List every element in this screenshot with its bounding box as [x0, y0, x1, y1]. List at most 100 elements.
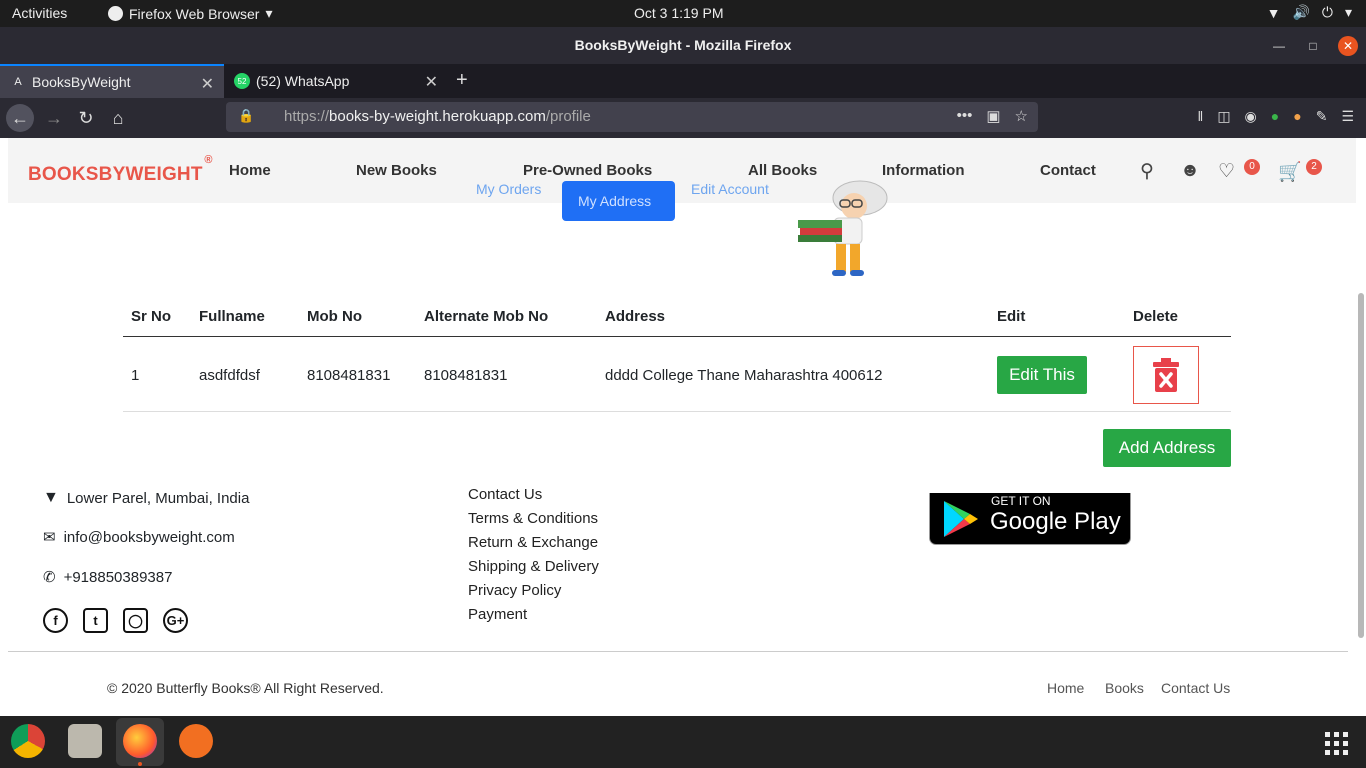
cell-mob-no: 8108481831 — [307, 367, 391, 384]
dock — [0, 716, 1366, 768]
extension-icon[interactable]: ● — [1271, 108, 1279, 125]
footer-link-shipping[interactable]: Shipping & Delivery — [468, 558, 599, 575]
footer-link-terms[interactable]: Terms & Conditions — [468, 510, 598, 527]
footer-link-payment[interactable]: Payment — [468, 606, 527, 623]
nav-information[interactable]: Information — [882, 162, 965, 179]
forward-icon[interactable]: → — [40, 104, 68, 132]
edit-address-button[interactable]: Edit This — [997, 356, 1087, 394]
page-scrollbar[interactable] — [1358, 293, 1364, 638]
column-header: Address — [605, 308, 666, 325]
close-tab-icon[interactable]: ✕ — [425, 72, 438, 92]
nav-new-books[interactable]: New Books — [356, 162, 437, 179]
footer-link-privacy[interactable]: Privacy Policy — [468, 582, 561, 599]
search-icon[interactable]: ⚲ — [1140, 160, 1154, 183]
sidebar-icon[interactable]: ◫ — [1217, 108, 1230, 125]
column-header: Sr No — [131, 308, 172, 325]
trash-icon — [1153, 358, 1179, 392]
firefox-icon[interactable] — [123, 724, 157, 758]
facebook-icon[interactable]: f — [43, 608, 68, 633]
copyright-text: © 2020 Butterfly Books® All Right Reserv… — [107, 680, 384, 696]
new-tab-icon[interactable]: + — [456, 69, 468, 92]
bookmark-star-icon[interactable]: ☆ — [1015, 107, 1028, 125]
browser-toolbar: ← → ↻ ⌂ 🔒 https://books-by-weight.heroku… — [0, 98, 1366, 138]
firefox-icon — [108, 6, 123, 21]
bottom-link-contact-us[interactable]: Contact Us — [1161, 680, 1230, 696]
tab-whatsapp[interactable]: 52 (52) WhatsApp ✕ — [224, 64, 448, 98]
phone-icon: ✆ — [43, 569, 56, 586]
running-indicator — [138, 762, 142, 766]
delete-address-button[interactable] — [1133, 346, 1199, 404]
reload-icon[interactable]: ↻ — [72, 104, 100, 132]
footer-email[interactable]: ✉ info@booksbyweight.com — [43, 528, 235, 547]
column-header: Alternate Mob No — [424, 308, 549, 325]
whatsapp-icon: 52 — [234, 73, 250, 89]
column-header: Mob No — [307, 308, 362, 325]
footer-divider — [8, 651, 1348, 652]
nav-all-books[interactable]: All Books — [748, 162, 817, 179]
bottom-link-books[interactable]: Books — [1105, 680, 1144, 696]
system-tray[interactable]: ▼ 🔊 ⏻ ▾ — [1267, 4, 1352, 21]
footer-phone[interactable]: ✆ +918850389387 — [43, 568, 172, 587]
twitter-icon[interactable]: t — [83, 608, 108, 633]
nav-contact[interactable]: Contact — [1040, 162, 1096, 179]
close-icon[interactable]: ✕ — [1338, 36, 1358, 56]
library-icon[interactable]: ‖ — [1198, 108, 1204, 125]
pocket-icon[interactable]: ▣ — [986, 107, 1000, 125]
maximize-icon[interactable]: □ — [1302, 35, 1324, 57]
clock[interactable]: Oct 3 1:19 PM — [634, 5, 723, 21]
footer-address: ▼ Lower Parel, Mumbai, India — [43, 489, 250, 507]
chrome-icon[interactable] — [11, 724, 45, 758]
footer-link-contact-us[interactable]: Contact Us — [468, 486, 542, 503]
site-logo[interactable]: BOOKSBYWEIGHT ® — [28, 154, 212, 186]
address-bar[interactable]: 🔒 https://books-by-weight.herokuapp.com/… — [226, 102, 1038, 132]
cell-sr-no: 1 — [131, 367, 140, 384]
system-top-bar: Activities Firefox Web Browser ▾ Oct 3 1… — [0, 0, 1366, 27]
page-actions-icon[interactable]: ••• — [957, 107, 973, 125]
minimize-icon[interactable]: — — [1268, 35, 1290, 57]
back-icon[interactable]: ← — [6, 104, 34, 132]
bottom-link-home[interactable]: Home — [1047, 680, 1084, 696]
angular-icon: A — [14, 76, 22, 88]
web-page: BOOKSBYWEIGHT ® Home New Books Pre-Owned … — [0, 138, 1366, 716]
column-header: Delete — [1133, 308, 1179, 325]
menu-icon[interactable]: ☰ — [1341, 108, 1354, 125]
eyedropper-icon[interactable]: ✎ — [1316, 108, 1328, 125]
window-title: BooksByWeight - Mozilla Firefox — [574, 37, 792, 53]
home-icon[interactable]: ⌂ — [104, 104, 132, 132]
extension-icon[interactable]: ● — [1293, 108, 1301, 125]
account-icon[interactable]: ◉ — [1245, 108, 1257, 125]
nav-home[interactable]: Home — [229, 162, 271, 179]
activities-button[interactable]: Activities — [12, 5, 67, 21]
cart-icon[interactable]: 🛒 — [1278, 160, 1302, 184]
tab-my-address[interactable]: My Address — [562, 181, 675, 221]
cell-alt-mob-no: 8108481831 — [424, 367, 508, 384]
location-pin-icon: ▼ — [43, 489, 59, 506]
google-play-badge[interactable]: GET IT ON Google Play — [929, 493, 1131, 545]
add-address-button[interactable]: Add Address — [1103, 429, 1231, 467]
cell-fullname: asdfdfdsf — [199, 367, 260, 384]
column-header: Edit — [997, 308, 1026, 325]
chevron-down-icon: ▾ — [265, 5, 273, 21]
wifi-icon: ▼ — [1266, 4, 1281, 21]
nav-pre-owned-books[interactable]: Pre-Owned Books — [523, 162, 652, 179]
tab-edit-account[interactable]: Edit Account — [691, 181, 769, 197]
tab-my-orders[interactable]: My Orders — [476, 181, 541, 197]
wishlist-count-badge: 0 — [1244, 159, 1260, 175]
instagram-icon[interactable]: ◯ — [123, 608, 148, 633]
app-menu[interactable]: Firefox Web Browser ▾ — [108, 5, 272, 22]
reading-boy-illustration — [798, 180, 888, 276]
files-icon[interactable] — [68, 724, 102, 758]
tab-booksbyweight[interactable]: A BooksByWeight ✕ — [0, 64, 224, 98]
heart-icon[interactable]: ♡ — [1218, 160, 1235, 183]
google-plus-icon[interactable]: G+ — [163, 608, 188, 633]
postman-icon[interactable] — [179, 724, 213, 758]
chevron-down-icon: ▾ — [1344, 4, 1352, 20]
user-icon[interactable]: ☻ — [1180, 160, 1200, 182]
tab-label: (52) WhatsApp — [256, 73, 350, 89]
cart-count-badge: 2 — [1306, 159, 1322, 175]
close-tab-icon[interactable]: ✕ — [201, 74, 214, 94]
app-grid-icon[interactable] — [1325, 732, 1348, 755]
volume-icon: 🔊 — [1292, 4, 1310, 20]
footer-link-return[interactable]: Return & Exchange — [468, 534, 598, 551]
power-icon: ⏻ — [1321, 4, 1333, 20]
